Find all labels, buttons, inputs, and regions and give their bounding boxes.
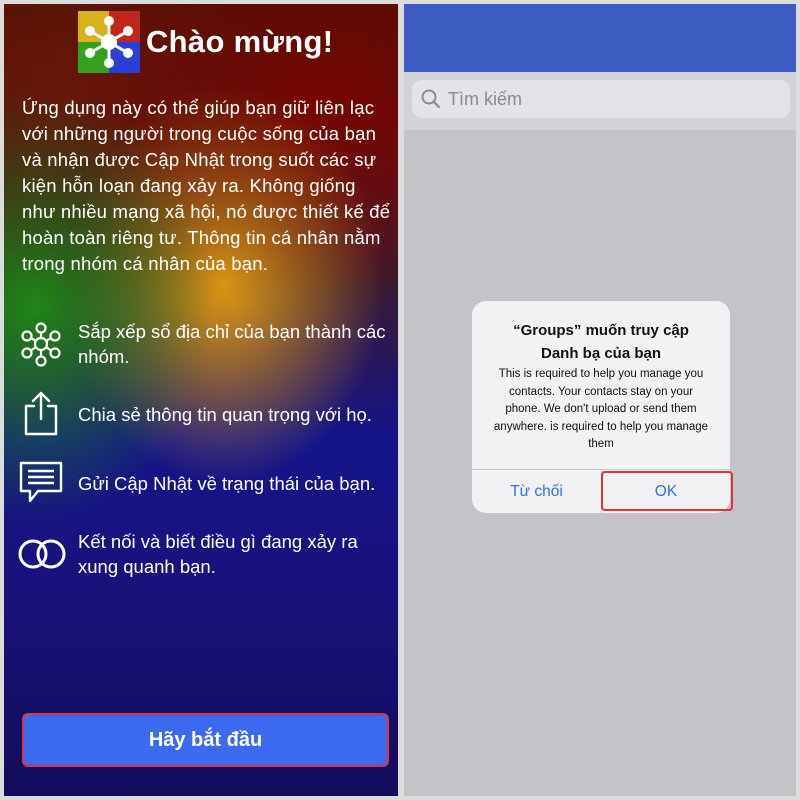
deny-button[interactable]: Từ chối	[472, 470, 601, 513]
feature-item-groups: Sắp xếp sổ địa chỉ của bạn thành các nhó…	[16, 319, 396, 379]
ok-button[interactable]: OK	[602, 470, 730, 513]
share-icon	[16, 388, 66, 438]
dialog-message: This is required to help you manage you …	[493, 368, 709, 450]
welcome-title: Chào mừng!	[146, 24, 334, 59]
dialog-title: “Groups” muốn truy cập Danh bạ của bạn	[513, 322, 689, 362]
network-icon	[16, 319, 66, 369]
welcome-screen: Chào mừng! Ứng dụng này có thể giúp bạn …	[4, 4, 398, 796]
feature-text: Gửi Cập Nhật về trạng thái của bạn.	[78, 473, 376, 494]
search-icon	[421, 89, 441, 109]
feature-item-connect: Kết nối và biết điều gì đang xảy ra xung…	[16, 529, 396, 589]
feature-item-status: Gửi Cập Nhật về trạng thái của bạn.	[16, 457, 396, 517]
feature-text: Chia sẻ thông tin quan trọng với họ.	[78, 404, 372, 425]
intro-paragraph: Ứng dụng này có thể giúp bạn giữ liên lạ…	[22, 97, 391, 274]
rings-icon	[16, 529, 66, 579]
feature-text: Kết nối và biết điều gì đang xảy ra xung…	[78, 531, 358, 577]
feature-text: Sắp xếp sổ địa chỉ của bạn thành các nhó…	[78, 321, 386, 367]
app-logo-icon	[78, 11, 140, 73]
message-icon	[16, 457, 66, 507]
permission-dialog: “Groups” muốn truy cập Danh bạ của bạn T…	[472, 301, 730, 513]
get-started-button[interactable]: Hãy bắt đầu	[22, 713, 389, 767]
contacts-screen: Tìm kiếm “Groups” muốn truy cập Danh bạ …	[404, 4, 796, 796]
search-placeholder: Tìm kiếm	[448, 88, 522, 109]
nav-bar	[404, 4, 796, 72]
screenshot-frame: Chào mừng! Ứng dụng này có thể giúp bạn …	[0, 0, 800, 800]
feature-item-share: Chia sẻ thông tin quan trọng với họ.	[16, 388, 396, 448]
search-input[interactable]: Tìm kiếm	[412, 80, 790, 118]
welcome-header: Chào mừng!	[78, 10, 333, 74]
